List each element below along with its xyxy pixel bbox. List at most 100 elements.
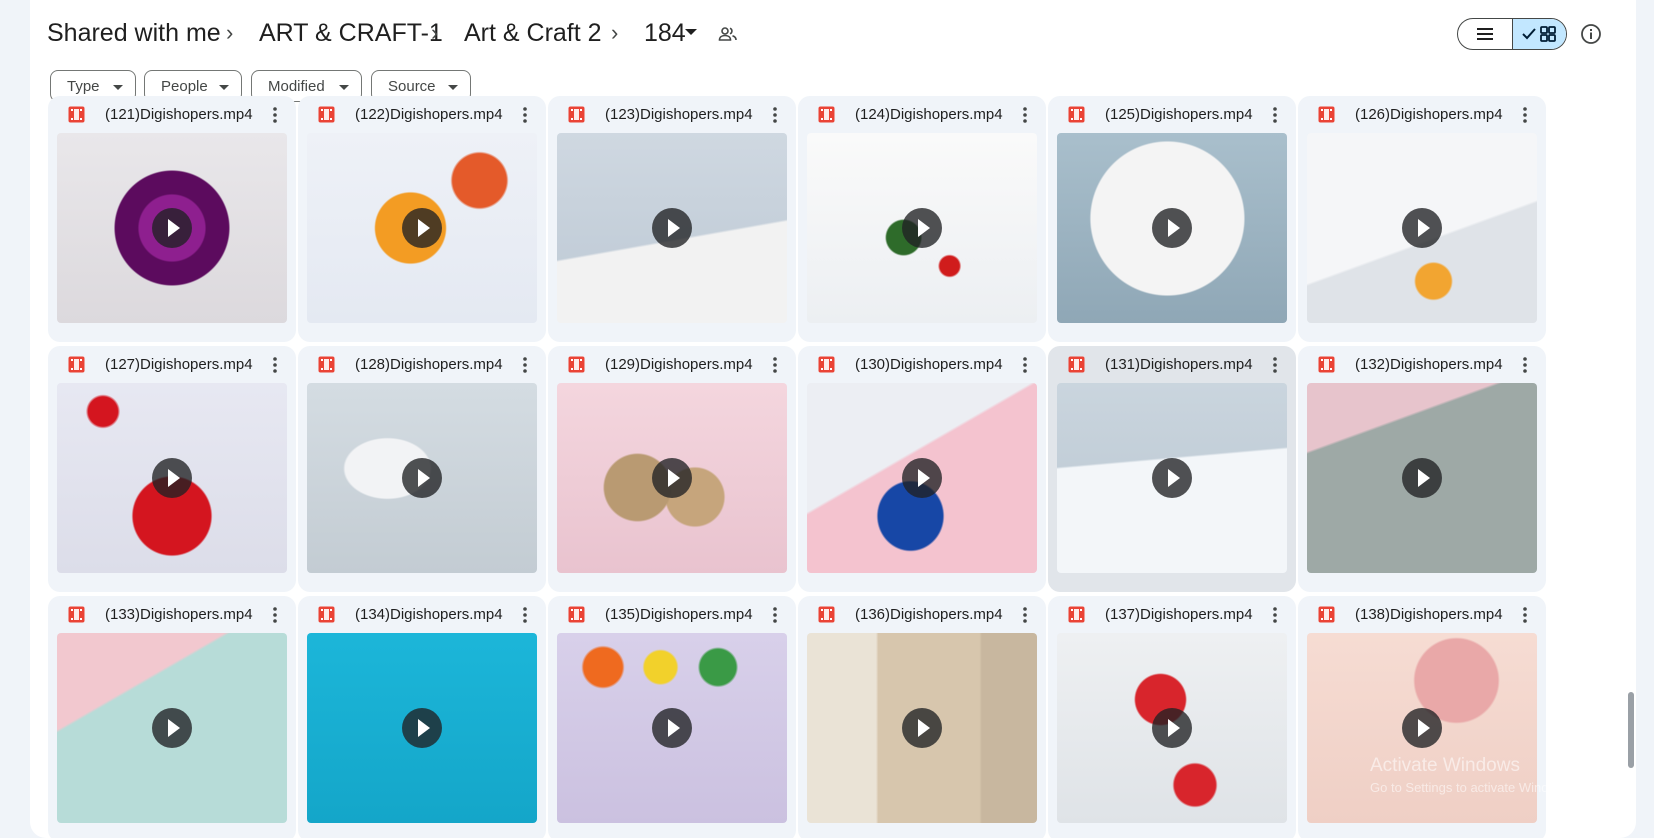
more-vert-icon <box>773 357 777 373</box>
more-vert-icon <box>523 107 527 123</box>
file-name: (127)Digishopers.mp4 <box>105 356 253 373</box>
video-thumbnail[interactable] <box>1057 133 1287 323</box>
more-actions-button[interactable] <box>761 601 789 629</box>
more-actions-button[interactable] <box>1511 351 1539 379</box>
play-icon <box>1152 208 1192 248</box>
chevron-right-icon: › <box>611 20 619 45</box>
caret-down-icon <box>219 85 229 90</box>
video-thumbnail[interactable] <box>807 633 1037 823</box>
file-card[interactable]: (123)Digishopers.mp4 <box>548 96 796 342</box>
video-file-icon <box>818 356 835 373</box>
file-card[interactable]: (135)Digishopers.mp4 <box>548 596 796 838</box>
file-card[interactable]: (128)Digishopers.mp4 <box>298 346 546 592</box>
file-card[interactable]: (127)Digishopers.mp4 <box>48 346 296 592</box>
video-thumbnail[interactable] <box>57 383 287 573</box>
play-icon <box>902 458 942 498</box>
play-icon <box>152 708 192 748</box>
video-thumbnail[interactable] <box>1057 383 1287 573</box>
shared-people-icon[interactable] <box>718 24 738 44</box>
play-icon <box>152 458 192 498</box>
more-actions-button[interactable] <box>511 101 539 129</box>
play-icon <box>652 458 692 498</box>
file-card[interactable]: (126)Digishopers.mp4 <box>1298 96 1546 342</box>
more-vert-icon <box>1523 607 1527 623</box>
video-thumbnail[interactable] <box>307 133 537 323</box>
play-icon <box>402 208 442 248</box>
more-actions-button[interactable] <box>1261 351 1289 379</box>
more-actions-button[interactable] <box>261 601 289 629</box>
file-card[interactable]: (129)Digishopers.mp4 <box>548 346 796 592</box>
video-file-icon <box>318 606 335 623</box>
more-actions-button[interactable] <box>761 101 789 129</box>
file-name: (126)Digishopers.mp4 <box>1355 106 1503 123</box>
caret-down-icon <box>448 85 458 90</box>
video-file-icon <box>818 106 835 123</box>
activate-windows-watermark: Activate Windows Go to Settings to activ… <box>1370 755 1575 799</box>
check-grid-icon <box>1522 26 1557 42</box>
file-card[interactable]: (125)Digishopers.mp4 <box>1048 96 1296 342</box>
file-card[interactable]: (134)Digishopers.mp4 <box>298 596 546 838</box>
caret-down-icon <box>113 85 123 90</box>
more-actions-button[interactable] <box>1511 601 1539 629</box>
video-thumbnail[interactable] <box>557 383 787 573</box>
breadcrumb-art-craft-1[interactable]: ART & CRAFT-1 <box>259 17 443 49</box>
file-name: (128)Digishopers.mp4 <box>355 356 503 373</box>
video-thumbnail[interactable] <box>557 633 787 823</box>
file-card[interactable]: (130)Digishopers.mp4 <box>798 346 1046 592</box>
more-actions-button[interactable] <box>1011 351 1039 379</box>
play-icon <box>652 708 692 748</box>
video-thumbnail[interactable] <box>807 133 1037 323</box>
file-card[interactable]: (136)Digishopers.mp4 <box>798 596 1046 838</box>
video-thumbnail[interactable] <box>557 133 787 323</box>
more-actions-button[interactable] <box>1011 101 1039 129</box>
more-actions-button[interactable] <box>1261 601 1289 629</box>
more-actions-button[interactable] <box>1511 101 1539 129</box>
file-name: (137)Digishopers.mp4 <box>1105 606 1253 623</box>
file-name: (121)Digishopers.mp4 <box>105 106 253 123</box>
file-card[interactable]: (133)Digishopers.mp4 <box>48 596 296 838</box>
more-vert-icon <box>1273 107 1277 123</box>
info-icon[interactable] <box>1579 22 1603 46</box>
breadcrumb-art-craft-2[interactable]: Art & Craft 2 <box>464 17 602 49</box>
more-actions-button[interactable] <box>261 101 289 129</box>
video-thumbnail[interactable] <box>307 383 537 573</box>
file-card[interactable]: (122)Digishopers.mp4 <box>298 96 546 342</box>
more-actions-button[interactable] <box>511 601 539 629</box>
video-thumbnail[interactable] <box>1307 133 1537 323</box>
video-thumbnail[interactable] <box>1307 383 1537 573</box>
filter-modified-label: Modified <box>268 77 325 95</box>
video-thumbnail[interactable] <box>807 383 1037 573</box>
file-name: (138)Digishopers.mp4 <box>1355 606 1503 623</box>
video-thumbnail[interactable] <box>307 633 537 823</box>
list-view-button[interactable] <box>1458 19 1512 49</box>
file-card[interactable]: (124)Digishopers.mp4 <box>798 96 1046 342</box>
video-thumbnail[interactable] <box>1057 633 1287 823</box>
video-thumbnail[interactable] <box>57 633 287 823</box>
file-card[interactable]: (137)Digishopers.mp4 <box>1048 596 1296 838</box>
video-file-icon <box>1068 356 1085 373</box>
file-name: (130)Digishopers.mp4 <box>855 356 1003 373</box>
more-actions-button[interactable] <box>761 351 789 379</box>
file-card[interactable]: (121)Digishopers.mp4 <box>48 96 296 342</box>
more-actions-button[interactable] <box>261 351 289 379</box>
grid-view-button[interactable] <box>1511 19 1566 49</box>
video-thumbnail[interactable] <box>57 133 287 323</box>
file-name: (123)Digishopers.mp4 <box>605 106 753 123</box>
folder-menu-caret-icon[interactable] <box>685 29 697 35</box>
more-actions-button[interactable] <box>1011 601 1039 629</box>
file-card[interactable]: (131)Digishopers.mp4 <box>1048 346 1296 592</box>
more-vert-icon <box>273 357 277 373</box>
more-actions-button[interactable] <box>511 351 539 379</box>
vertical-scrollbar[interactable] <box>1628 692 1634 768</box>
chevron-right-icon: › <box>431 20 439 45</box>
file-card[interactable]: (132)Digishopers.mp4 <box>1298 346 1546 592</box>
video-file-icon <box>1318 356 1335 373</box>
video-file-icon <box>568 106 585 123</box>
breadcrumb-shared-with-me[interactable]: Shared with me <box>47 17 221 49</box>
play-icon <box>1152 708 1192 748</box>
breadcrumb-current-folder[interactable]: 184 <box>644 17 686 49</box>
file-card[interactable]: (138)Digishopers.mp4 <box>1298 596 1546 838</box>
more-actions-button[interactable] <box>1261 101 1289 129</box>
play-icon <box>152 208 192 248</box>
file-name: (134)Digishopers.mp4 <box>355 606 503 623</box>
